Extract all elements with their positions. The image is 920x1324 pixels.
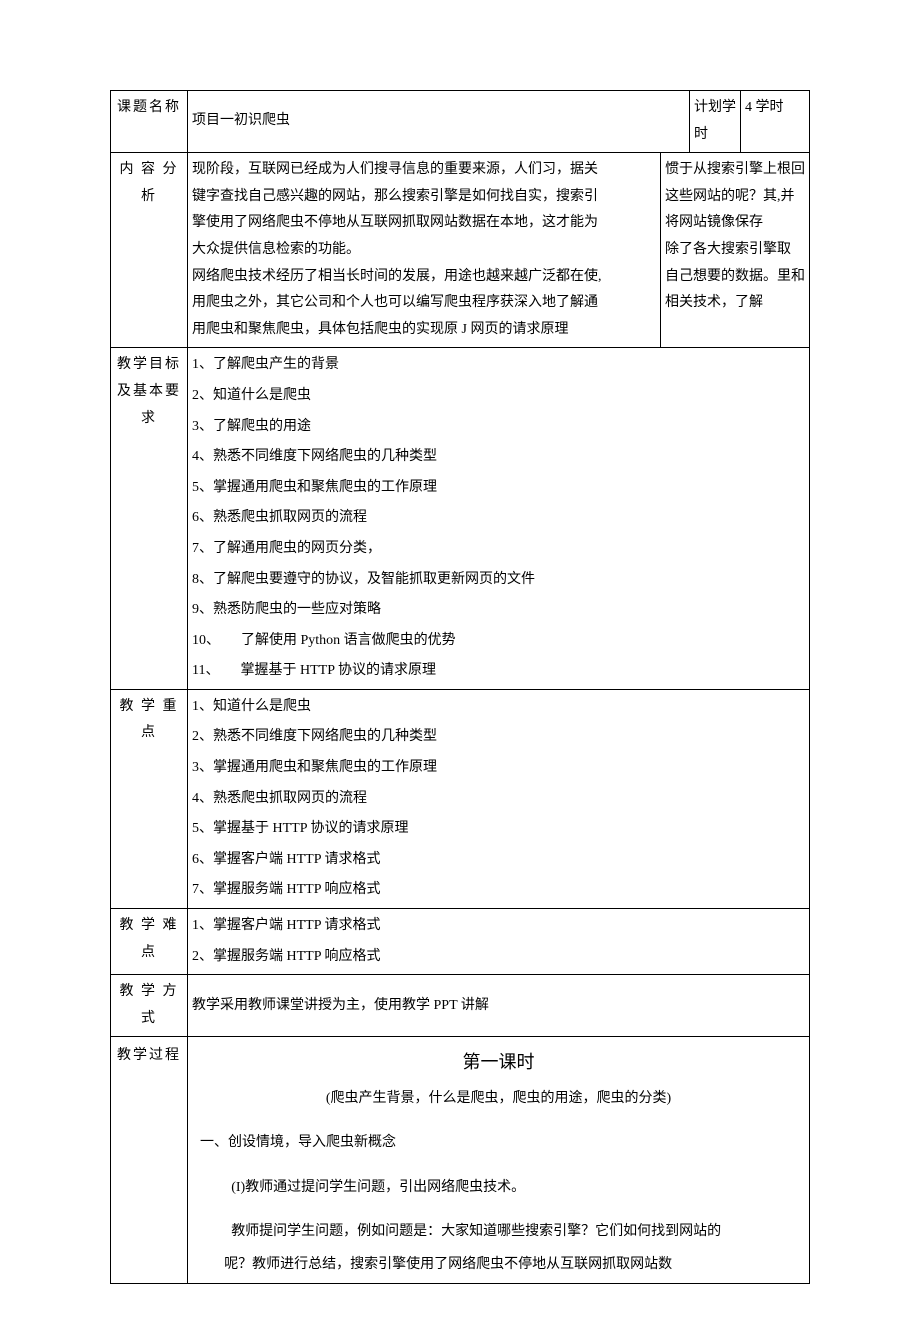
objective-item: 7、了解通用爬虫的网页分类， xyxy=(192,536,805,563)
process-paragraph: (I)教师通过提问学生问题，引出网络爬虫技术。 xyxy=(192,1175,805,1202)
ca-side-line: 这些网站的呢？其,并 xyxy=(665,184,805,211)
objective-item: 1、了解爬虫产生的背景 xyxy=(192,352,805,379)
ca-side-line: 惯于从搜索引擎上根回 xyxy=(665,157,805,184)
process-paragraph: 呢？教师进行总结，搜索引擎使用了网络爬虫不停地从互联网抓取网站数 xyxy=(192,1252,805,1279)
row-objectives: 教学目标及基本要求 1、了解爬虫产生的背景 2、知道什么是爬虫 3、了解爬虫的用… xyxy=(111,348,810,690)
difficulty-item: 1、掌握客户端 HTTP 请求格式 xyxy=(192,913,805,940)
row-difficulties: 教 学 难点 1、掌握客户端 HTTP 请求格式 2、掌握服务端 HTTP 响应… xyxy=(111,909,810,975)
objective-item: 8、了解爬虫要遵守的协议，及智能抓取更新网页的文件 xyxy=(192,567,805,594)
value-content-analysis: 现阶段，互联网已经成为人们搜寻信息的重要来源，人们习，据关 键字查找自己感兴趣的… xyxy=(188,153,810,348)
objective-item: 4、熟悉不同维度下网络爬虫的几种类型 xyxy=(192,444,805,471)
content-analysis-side: 惯于从搜索引擎上根回 这些网站的呢？其,并 将网站镜像保存 除了各大搜索引擎取 … xyxy=(661,153,809,347)
key-point-item: 2、熟悉不同维度下网络爬虫的几种类型 xyxy=(192,724,805,751)
row-topic: 课题名称 项目一初识爬虫 计划学时 4 学时 xyxy=(111,91,810,153)
key-point-item: 1、知道什么是爬虫 xyxy=(192,694,805,721)
value-key-points: 1、知道什么是爬虫 2、熟悉不同维度下网络爬虫的几种类型 3、掌握通用爬虫和聚焦… xyxy=(188,689,810,908)
objective-item: 10、 了解使用 Python 语言做爬虫的优势 xyxy=(192,628,805,655)
section-heading: 一、创设情境，导入爬虫新概念 xyxy=(200,1130,805,1157)
label-objectives: 教学目标及基本要求 xyxy=(111,348,188,690)
ca-side-line: 自己想要的数据。里和 xyxy=(665,264,805,291)
row-method: 教 学 方式 教学采用教师课堂讲授为主，使用教学 PPT 讲解 xyxy=(111,975,810,1037)
label-content-analysis: 内 容 分析 xyxy=(111,153,188,348)
objective-item: 5、掌握通用爬虫和聚焦爬虫的工作原理 xyxy=(192,475,805,502)
label-key-points: 教 学 重点 xyxy=(111,689,188,908)
lesson-plan-table: 课题名称 项目一初识爬虫 计划学时 4 学时 内 容 分析 现阶段，互联网已经成… xyxy=(110,90,810,1284)
label-method: 教 学 方式 xyxy=(111,975,188,1037)
ca-line: 用爬虫之外，其它公司和个人也可以编写爬虫程序获深入地了解通 xyxy=(192,290,658,317)
label-topic-name: 课题名称 xyxy=(111,91,188,153)
value-difficulties: 1、掌握客户端 HTTP 请求格式 2、掌握服务端 HTTP 响应格式 xyxy=(188,909,810,975)
value-method: 教学采用教师课堂讲授为主，使用教学 PPT 讲解 xyxy=(188,975,810,1037)
objective-item: 6、熟悉爬虫抓取网页的流程 xyxy=(192,505,805,532)
ca-side-line: 相关技术，了解 xyxy=(665,290,805,317)
objective-item: 3、了解爬虫的用途 xyxy=(192,414,805,441)
key-point-item: 4、熟悉爬虫抓取网页的流程 xyxy=(192,786,805,813)
difficulty-item: 2、掌握服务端 HTTP 响应格式 xyxy=(192,944,805,971)
ca-line: 网络爬虫技术经历了相当长时间的发展，用途也越来越广泛都在使, xyxy=(192,264,658,291)
content-analysis-main: 现阶段，互联网已经成为人们搜寻信息的重要来源，人们习，据关 键字查找自己感兴趣的… xyxy=(188,153,661,347)
objective-item: 9、熟悉防爬虫的一些应对策略 xyxy=(192,597,805,624)
objective-item: 11、 掌握基于 HTTP 协议的请求原理 xyxy=(192,658,805,685)
ca-side-line: 将网站镜像保存 xyxy=(665,210,805,237)
key-point-item: 6、掌握客户端 HTTP 请求格式 xyxy=(192,847,805,874)
ca-line: 现阶段，互联网已经成为人们搜寻信息的重要来源，人们习，据关 xyxy=(192,157,658,184)
ca-line: 擎使用了网络爬虫不停地从互联网抓取网站数据在本地，这才能为 xyxy=(192,210,658,237)
ca-side-line: 除了各大搜索引擎取 xyxy=(665,237,805,264)
value-topic-title: 项目一初识爬虫 xyxy=(188,91,690,153)
label-process: 教学过程 xyxy=(111,1037,188,1283)
label-plan-hours: 计划学时 xyxy=(690,91,741,153)
key-point-item: 5、掌握基于 HTTP 协议的请求原理 xyxy=(192,816,805,843)
value-process: 第一课时 (爬虫产生背景，什么是爬虫，爬虫的用途，爬虫的分类) 一、创设情境，导… xyxy=(188,1037,810,1283)
value-objectives: 1、了解爬虫产生的背景 2、知道什么是爬虫 3、了解爬虫的用途 4、熟悉不同维度… xyxy=(188,348,810,690)
ca-line: 键字查找自己感兴趣的网站，那么搜索引擎是如何找自实，搜索引 xyxy=(192,184,658,211)
key-point-item: 3、掌握通用爬虫和聚焦爬虫的工作原理 xyxy=(192,755,805,782)
row-process: 教学过程 第一课时 (爬虫产生背景，什么是爬虫，爬虫的用途，爬虫的分类) 一、创… xyxy=(111,1037,810,1283)
ca-line: 大众提供信息检索的功能。 xyxy=(192,237,658,264)
ca-line: 用爬虫和聚焦爬虫，具体包括爬虫的实现原 J 网页的请求原理 xyxy=(192,317,658,344)
key-point-item: 7、掌握服务端 HTTP 响应格式 xyxy=(192,877,805,904)
row-key-points: 教 学 重点 1、知道什么是爬虫 2、熟悉不同维度下网络爬虫的几种类型 3、掌握… xyxy=(111,689,810,908)
objective-item: 2、知道什么是爬虫 xyxy=(192,383,805,410)
row-content-analysis: 内 容 分析 现阶段，互联网已经成为人们搜寻信息的重要来源，人们习，据关 键字查… xyxy=(111,153,810,348)
value-plan-hours: 4 学时 xyxy=(741,91,810,153)
label-difficulties: 教 学 难点 xyxy=(111,909,188,975)
process-paragraph: 教师提问学生问题，例如问题是：大家知道哪些搜索引擎？它们如何找到网站的 xyxy=(192,1219,805,1246)
lesson-subtitle: (爬虫产生背景，什么是爬虫，爬虫的用途，爬虫的分类) xyxy=(192,1086,805,1113)
document-page: 课题名称 项目一初识爬虫 计划学时 4 学时 内 容 分析 现阶段，互联网已经成… xyxy=(0,0,920,1324)
lesson-title: 第一课时 xyxy=(192,1045,805,1079)
